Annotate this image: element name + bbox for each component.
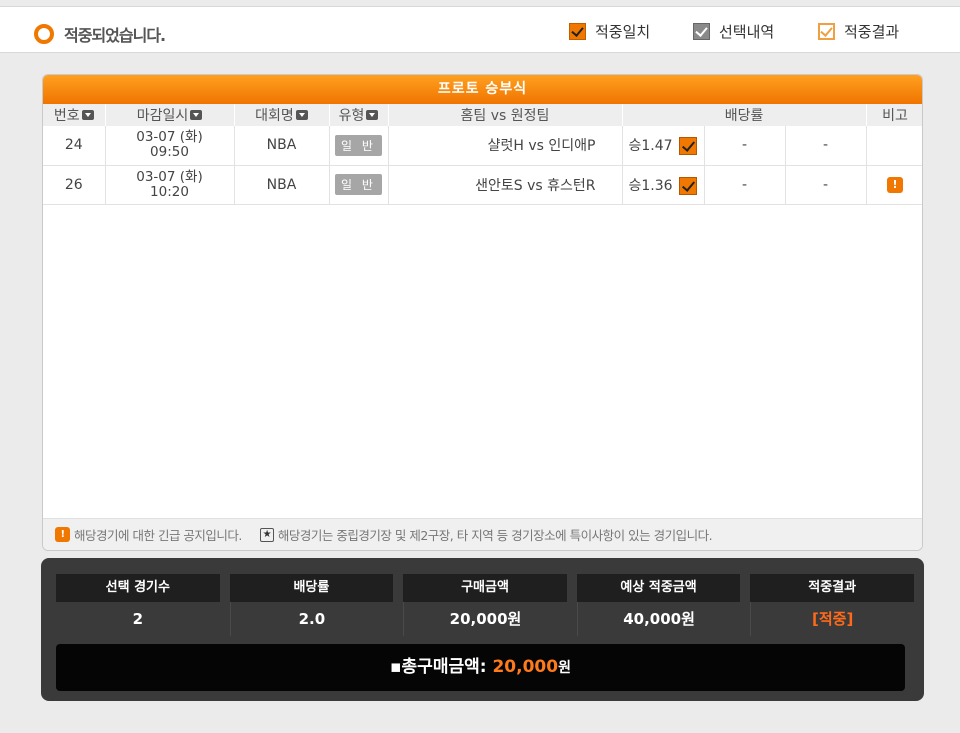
cell-odds-win: 승1.36 (622, 165, 705, 205)
bet-panel: 프로토 승부식 번호 마감일시 대회명 유형 홈팀 vs 원정팀 배당률 비고 … (42, 74, 923, 551)
summary-hit-result: 적중결과 [적중] (750, 574, 914, 636)
circle-icon (34, 24, 54, 44)
cell-odds-win: 승1.47 (622, 126, 705, 166)
cell-odds-draw: - (704, 126, 786, 166)
urgent-notice-text: 해당경기에 대한 긴급 공지입니다. (74, 528, 242, 543)
legend-hit-result: 적중결과 (818, 21, 899, 42)
cell-league: NBA (234, 126, 330, 166)
summary-label: 예상 적중금액 (576, 574, 741, 602)
cell-match: 샬럿H vs 인디애P (388, 126, 623, 166)
summary-value: 2.0 (229, 602, 394, 636)
legend-hit-match: 적중일치 (569, 21, 650, 42)
cell-deadline: 03-07 (화) 10:20 (105, 165, 235, 205)
header-note: 비고 (866, 104, 922, 126)
summary-value: 2 (132, 610, 144, 628)
summary-expected-payout: 예상 적중금액 40,000원 (576, 574, 741, 636)
summary-purchase-amount: 구매금액 20,000원 (403, 574, 567, 636)
header-odds: 배당률 (622, 104, 867, 126)
summary-label: 적중결과 (750, 574, 914, 602)
legend-selection: 선택내역 (693, 21, 774, 42)
panel-footnote: ! 해당경기에 대한 긴급 공지입니다. ★ 해당경기는 중립경기장 및 제2구… (43, 518, 922, 550)
cell-type: 일 반 (329, 165, 389, 205)
cell-deadline: 03-07 (화) 09:50 (105, 126, 235, 166)
checkbox-outline-icon (818, 23, 835, 40)
cell-odds-draw: - (704, 165, 786, 205)
status-text: 적중되었습니다. (64, 26, 166, 45)
cell-no: 26 (43, 165, 106, 205)
cell-note: ! (866, 165, 922, 205)
bet-table: 번호 마감일시 대회명 유형 홈팀 vs 원정팀 배당률 비고 24 03-07… (43, 104, 922, 205)
top-status-bar: 적중되었습니다. 적중일치 선택내역 적중결과 (0, 6, 960, 53)
checkbox-orange-icon (569, 23, 586, 40)
legend-label: 선택내역 (719, 23, 775, 41)
header-no[interactable]: 번호 (43, 104, 106, 126)
sort-icon[interactable] (295, 110, 308, 120)
total-unit: 원 (558, 660, 571, 676)
type-badge: 일 반 (335, 134, 382, 156)
sort-icon[interactable] (81, 110, 94, 120)
urgent-notice-icon[interactable]: ! (887, 177, 904, 193)
summary-label: 배당률 (229, 574, 394, 602)
panel-title: 프로토 승부식 (43, 75, 922, 104)
sort-icon[interactable] (366, 110, 379, 120)
summary-odds: 배당률 2.0 (229, 574, 394, 636)
header-type[interactable]: 유형 (329, 104, 389, 126)
cell-no: 24 (43, 126, 106, 166)
type-badge: 일 반 (335, 174, 382, 195)
summary-grid: 선택 경기수 2 배당률 2.0 구매금액 20,000원 예상 적중금액 40… (56, 574, 914, 636)
header-match: 홈팀 vs 원정팀 (388, 104, 623, 126)
result-status: 적중되었습니다. (34, 22, 166, 46)
total-amount: 20,000 (492, 657, 559, 677)
total-purchase-bar: ▪총구매금액: 20,000원 (56, 644, 905, 691)
cell-note (866, 126, 922, 166)
table-row: 24 03-07 (화) 09:50 NBA 일 반 샬럿H vs 인디애P 승1… (43, 126, 922, 166)
cell-odds-away: - (785, 165, 867, 205)
table-row: 26 03-07 (화) 10:20 NBA 일 반 샌안토S vs 휴스턴R 승… (43, 165, 922, 205)
summary-label: 선택 경기수 (56, 574, 220, 602)
legend-label: 적중일치 (595, 23, 651, 41)
cell-match: 샌안토S vs 휴스턴R (388, 165, 623, 205)
summary-value: [적중] (750, 602, 914, 636)
cell-type: 일 반 (329, 126, 389, 166)
legend-label: 적중결과 (844, 23, 900, 41)
summary-value: 40,000원 (576, 602, 741, 636)
header-league[interactable]: 대회명 (234, 104, 330, 126)
summary-value: 20,000원 (403, 602, 567, 636)
sort-icon[interactable] (190, 110, 203, 120)
urgent-notice-icon: ! (55, 527, 70, 542)
summary-selected-count: 선택 경기수 2 (56, 574, 220, 636)
neutral-venue-text: 해당경기는 중립경기장 및 제2구장, 타 지역 등 경기장소에 특이사항이 있… (277, 528, 713, 543)
star-icon: ★ (259, 527, 274, 542)
checkbox-gray-icon (693, 23, 710, 40)
cell-odds-away: - (785, 126, 867, 166)
total-label: ▪총구매금액: (390, 657, 487, 677)
cell-league: NBA (234, 165, 330, 205)
selected-checkbox-icon (678, 137, 697, 156)
purchase-summary: 선택 경기수 2 배당률 2.0 구매금액 20,000원 예상 적중금액 40… (41, 558, 924, 701)
header-deadline[interactable]: 마감일시 (105, 104, 235, 126)
summary-label: 구매금액 (403, 574, 567, 602)
selected-checkbox-icon (678, 176, 697, 195)
